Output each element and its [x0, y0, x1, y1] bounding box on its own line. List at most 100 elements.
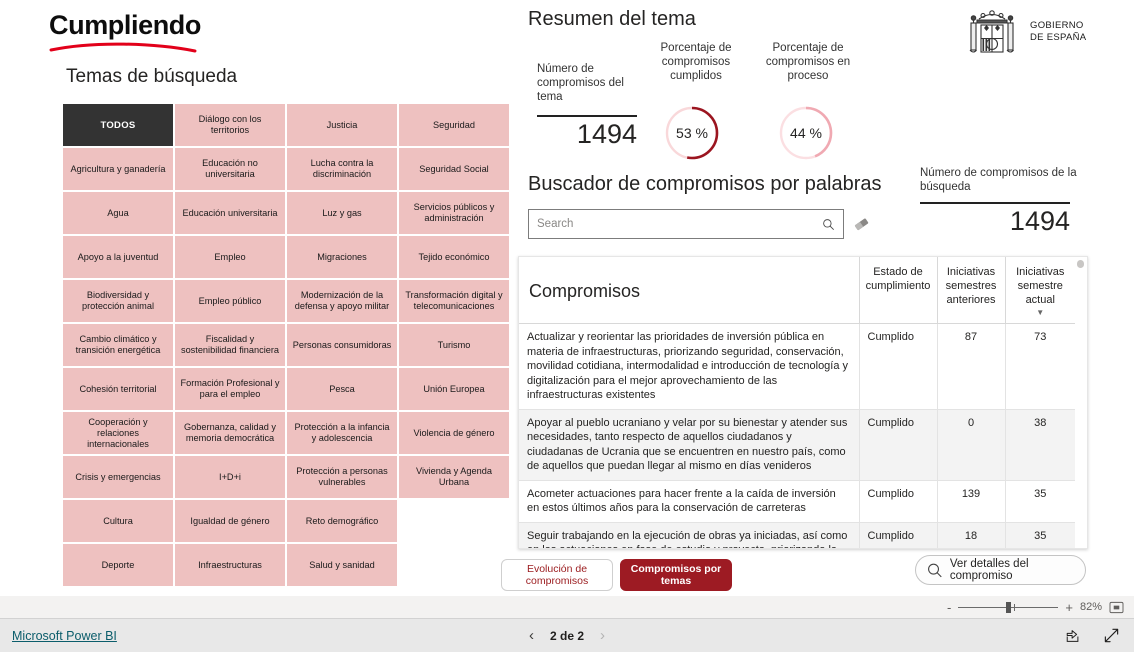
search-results-rule [920, 202, 1070, 204]
topic-tile[interactable]: Salud y sanidad [286, 543, 398, 587]
topic-tile-label: Agua [107, 207, 129, 218]
topic-tile[interactable]: Gobernanza, calidad y memoria democrátic… [174, 411, 286, 455]
table-cell-estado: Cumplido [858, 409, 937, 481]
zoom-slider-thumb[interactable] [1006, 602, 1012, 613]
topic-tile[interactable]: Turismo [398, 323, 510, 367]
topic-tile-label: Diálogo con los territorios [198, 114, 262, 135]
topic-tile-label: Tejido económico [418, 251, 490, 262]
topic-tile[interactable]: Infraestructuras [174, 543, 286, 587]
table-row[interactable]: Seguir trabajando en la ejecución de obr… [519, 522, 1075, 548]
topic-tile[interactable]: Igualdad de género [174, 499, 286, 543]
topic-tile[interactable]: Seguridad Social [398, 147, 510, 191]
topic-tile[interactable]: Servicios públicos y administración [398, 191, 510, 235]
table-header-cell[interactable]: Iniciativas semestre actual ▼ [1004, 257, 1075, 324]
table-cell-compromiso: Actualizar y reorientar las prioridades … [519, 323, 859, 410]
tab-evolucion-label: Evolución de compromisos [525, 563, 589, 587]
tab-compromisos-por-temas[interactable]: Compromisos por temas [620, 559, 732, 591]
next-page-button[interactable]: › [600, 627, 605, 644]
topic-tile[interactable]: Luz y gas [286, 191, 398, 235]
zoom-out-button[interactable]: - [947, 601, 951, 614]
topic-tile[interactable]: Transformación digital y telecomunicacio… [398, 279, 510, 323]
topic-tile-label: TODOS [100, 119, 136, 131]
topic-tile[interactable]: Fiscalidad y sostenibilidad financiera [174, 323, 286, 367]
ver-detalles-del-compromiso-button[interactable]: Ver detalles del compromiso [915, 555, 1086, 585]
topic-tile[interactable]: Seguridad [398, 103, 510, 147]
topic-tile[interactable]: Protección a personas vulnerables [286, 455, 398, 499]
gobierno-de-espana-logo: GOBIERNO DE ESPAÑA [963, 6, 1086, 58]
table-header-label: Estado de cumplimiento [865, 266, 931, 292]
compromisos-table: Compromisos Estado de cumplimiento Iniciat… [519, 257, 1075, 548]
share-button[interactable] [1065, 628, 1081, 644]
clear-search-eraser-button[interactable] [852, 215, 872, 233]
topic-tile-label: Empleo público [198, 295, 262, 306]
topic-tile[interactable]: Crisis y emergencias [62, 455, 174, 499]
topic-tile-label: Lucha contra la discriminación [310, 158, 374, 179]
topic-tile[interactable]: Educación universitaria [174, 191, 286, 235]
topic-tile[interactable]: Pesca [286, 367, 398, 411]
table-row[interactable]: Apoyar al pueblo ucraniano y velar por s… [519, 409, 1075, 481]
topic-tile[interactable]: Justicia [286, 103, 398, 147]
table-vertical-scrollbar[interactable] [1076, 260, 1085, 547]
topic-tile[interactable]: Violencia de género [398, 411, 510, 455]
gauge-cumplidos-label: Porcentaje de compromisos cumplidos [660, 42, 732, 82]
topic-tile[interactable]: Agricultura y ganadería [62, 147, 174, 191]
topic-tile[interactable]: Vivienda y Agenda Urbana [398, 455, 510, 499]
topic-tile[interactable]: Educación no universitaria [174, 147, 286, 191]
topic-tile[interactable]: Formación Profesional y para el empleo [174, 367, 286, 411]
topic-tile[interactable]: I+D+i [174, 455, 286, 499]
topic-tile-label: Migraciones [317, 251, 367, 262]
table-cell-anteriores: 87 [936, 323, 1005, 410]
search-box[interactable] [528, 209, 844, 239]
topic-tile-label: Modernización de la defensa y apoyo mili… [294, 290, 390, 311]
previous-page-button[interactable]: ‹ [529, 627, 534, 644]
topic-tile[interactable]: Personas consumidoras [286, 323, 398, 367]
topic-tile[interactable]: Apoyo a la juventud [62, 235, 174, 279]
zoom-slider[interactable] [958, 602, 1059, 613]
table-cell-actual: 35 [1004, 480, 1075, 523]
table-row[interactable]: Actualizar y reorientar las prioridades … [519, 323, 1075, 410]
microsoft-power-bi-link[interactable]: Microsoft Power BI [12, 629, 117, 643]
table-header-cell[interactable]: Compromisos [519, 257, 859, 324]
search-input[interactable] [537, 218, 822, 230]
compromisos-table-container[interactable]: Compromisos Estado de cumplimiento Iniciat… [518, 256, 1088, 549]
topic-tile[interactable]: Empleo público [174, 279, 286, 323]
topic-tile[interactable]: Unión Europea [398, 367, 510, 411]
topic-tile[interactable]: Diálogo con los territorios [174, 103, 286, 147]
table-cell-compromiso: Apoyar al pueblo ucraniano y velar por s… [519, 409, 859, 481]
brand-underline-swoosh [49, 42, 197, 53]
table-header-cell[interactable]: Estado de cumplimiento [858, 257, 937, 324]
topic-tile-label: Transformación digital y telecomunicacio… [405, 290, 503, 311]
fit-to-page-button[interactable] [1109, 601, 1124, 614]
table-cell-anteriores: 0 [936, 409, 1005, 481]
topic-tile[interactable]: Migraciones [286, 235, 398, 279]
topic-tile[interactable]: Biodiversidad y protección animal [62, 279, 174, 323]
topic-tile-label: Pesca [329, 383, 355, 394]
topic-tile[interactable]: Agua [62, 191, 174, 235]
topic-tile[interactable]: Modernización de la defensa y apoyo mili… [286, 279, 398, 323]
topic-tile[interactable]: Deporte [62, 543, 174, 587]
fullscreen-button[interactable] [1103, 627, 1120, 644]
topic-tile[interactable]: Cultura [62, 499, 174, 543]
topic-tile[interactable]: Lucha contra la discriminación [286, 147, 398, 191]
table-cell-estado: Cumplido [858, 323, 937, 410]
topic-tile[interactable]: Cooperación y relaciones internacionales [62, 411, 174, 455]
zoom-in-button[interactable]: + [1065, 601, 1073, 614]
topic-tile-label: Protección a personas vulnerables [296, 466, 388, 487]
topic-tile[interactable]: Empleo [174, 235, 286, 279]
topic-tile-label: Igualdad de género [190, 515, 270, 526]
topic-tile[interactable]: Reto demográfico [286, 499, 398, 543]
topic-tile-empty [398, 543, 510, 587]
topic-tile[interactable]: Tejido económico [398, 235, 510, 279]
topic-tile[interactable]: TODOS [62, 103, 174, 147]
table-header-cell[interactable]: Iniciativas semestres anteriores [936, 257, 1005, 324]
topic-tile[interactable]: Cambio climático y transición energética [62, 323, 174, 367]
table-scroll-thumb[interactable] [1077, 260, 1084, 268]
table-cell-actual: 73 [1004, 323, 1075, 410]
tab-evolucion-de-compromisos[interactable]: Evolución de compromisos [501, 559, 613, 591]
kpi-total-label: Número de compromisos del tema [537, 63, 624, 103]
topic-tile-label: I+D+i [219, 471, 241, 482]
ver-detalles-label: Ver detalles del compromiso [949, 558, 1029, 582]
topic-tile[interactable]: Protección a la infancia y adolescencia [286, 411, 398, 455]
table-row[interactable]: Acometer actuaciones para hacer frente a… [519, 480, 1075, 523]
topic-tile[interactable]: Cohesión territorial [62, 367, 174, 411]
